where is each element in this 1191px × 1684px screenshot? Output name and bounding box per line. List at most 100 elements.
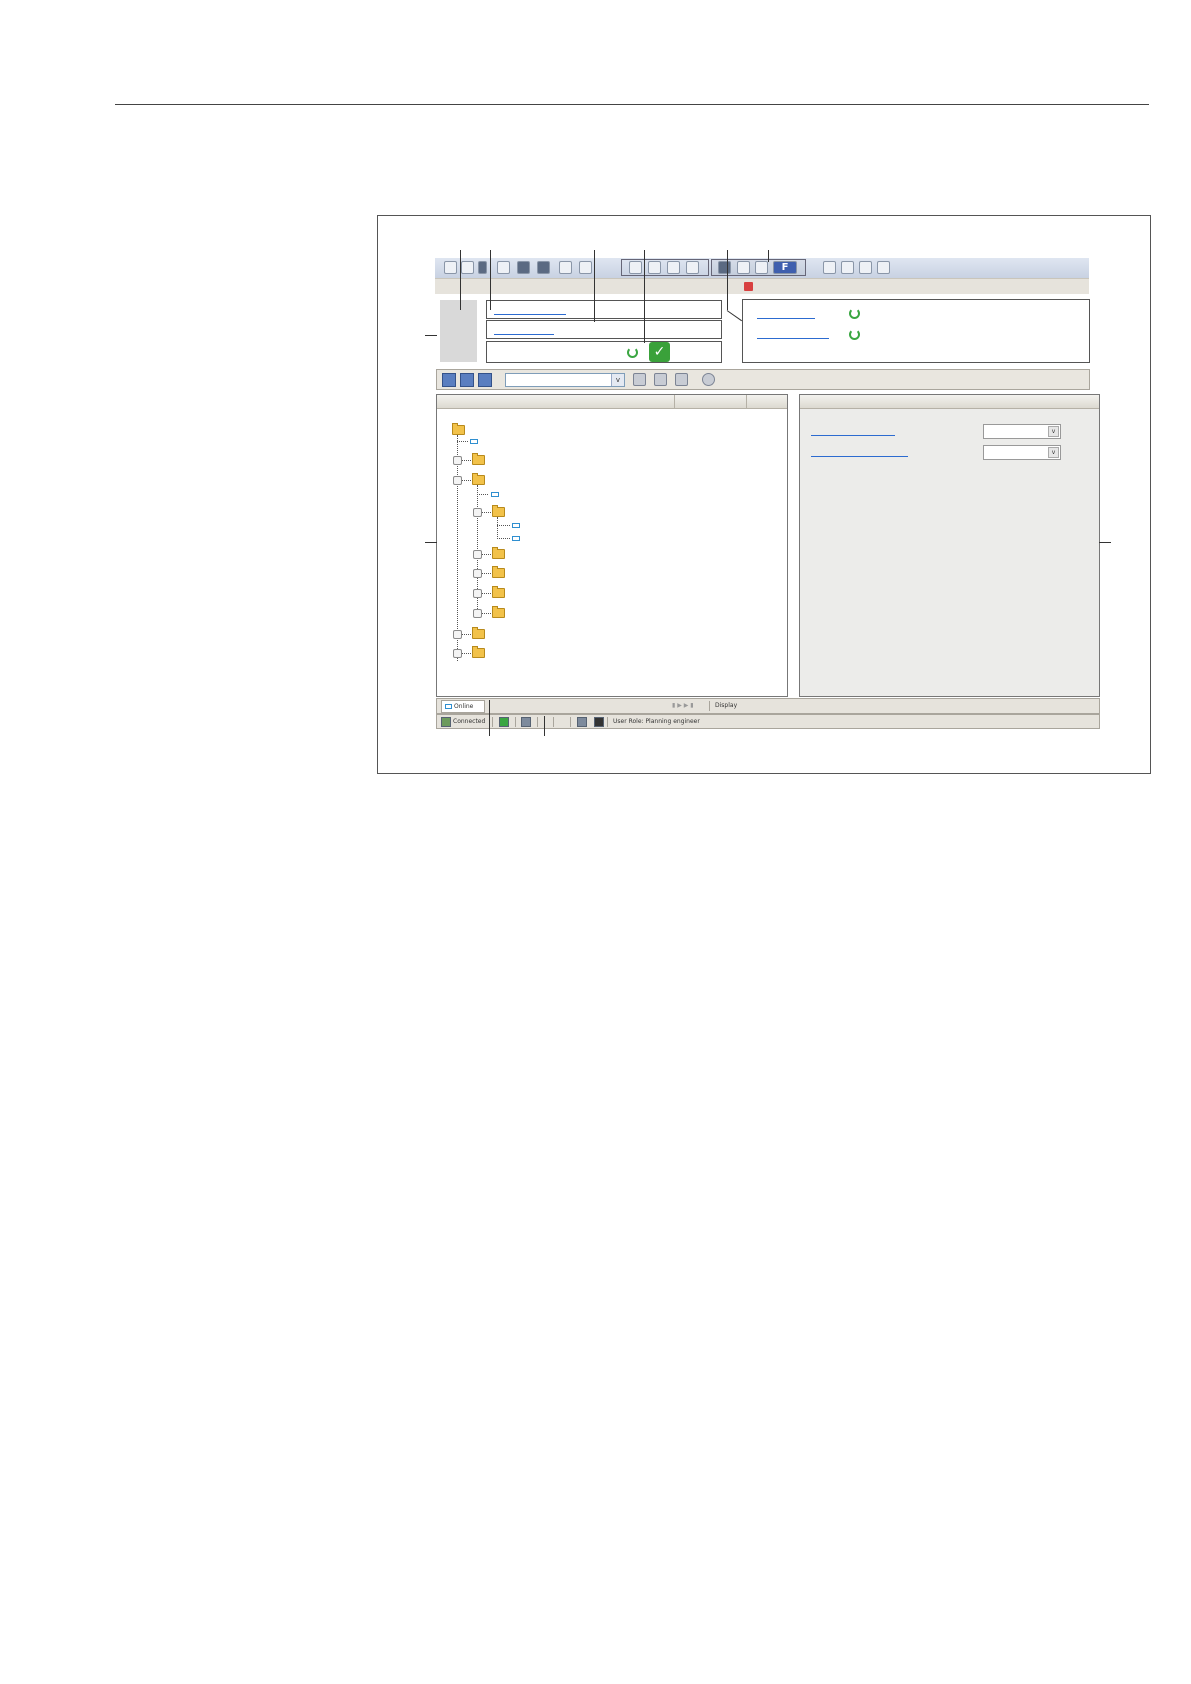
copy-icon[interactable] <box>667 261 680 274</box>
navigation-panel <box>436 394 788 697</box>
chevron-down-icon[interactable]: v <box>1048 426 1059 437</box>
tree-expander[interactable] <box>453 649 462 658</box>
chevron-down-icon[interactable]: v <box>611 374 624 386</box>
device-leaf-icon[interactable] <box>491 492 499 497</box>
view-toolbar: v <box>436 369 1090 390</box>
save-icon[interactable] <box>478 261 487 274</box>
print-icon[interactable] <box>497 261 510 274</box>
device-tag-link[interactable] <box>494 334 554 335</box>
workspace-tabbar: Online ▮ ▶ ▶ ▮ Display <box>436 698 1100 714</box>
layout-split-icon[interactable] <box>460 373 474 387</box>
info-link-2[interactable] <box>757 338 829 339</box>
refresh-icon[interactable] <box>849 308 860 319</box>
main-toolbar: F <box>435 258 1089 278</box>
upload-icon[interactable] <box>629 261 642 274</box>
collapse-icon[interactable] <box>755 261 768 274</box>
info-link-1[interactable] <box>757 318 815 319</box>
function-button[interactable]: F <box>773 261 797 274</box>
read-icon[interactable] <box>654 373 667 386</box>
align-left-icon[interactable] <box>823 261 836 274</box>
check-icon: ✓ <box>649 342 670 362</box>
tree-expander[interactable] <box>453 476 462 485</box>
folder-icon[interactable] <box>492 566 505 578</box>
print-icon[interactable] <box>675 373 688 386</box>
properties-icon[interactable] <box>559 261 572 274</box>
parameter-link-2[interactable] <box>811 456 908 457</box>
open-folder-icon[interactable] <box>461 261 474 274</box>
layout-right-icon[interactable] <box>478 373 492 387</box>
folder-icon[interactable] <box>472 627 485 639</box>
callout-line <box>594 250 595 322</box>
folder-icon[interactable] <box>492 505 505 517</box>
error-icon[interactable] <box>744 282 753 291</box>
connection-icon <box>441 717 451 727</box>
tree-expander[interactable] <box>473 609 482 618</box>
device-leaf-icon[interactable] <box>470 439 478 444</box>
tree-expander[interactable] <box>473 589 482 598</box>
callout-line <box>1099 542 1111 543</box>
align-right-icon[interactable] <box>859 261 872 274</box>
refresh-icon[interactable] <box>849 329 860 340</box>
device-leaf-icon[interactable] <box>512 523 520 528</box>
connect-device-icon[interactable] <box>633 373 646 386</box>
tab-display[interactable]: Display <box>715 702 737 709</box>
device-name-field[interactable] <box>486 300 722 319</box>
view-select[interactable]: v <box>505 373 625 387</box>
playback-controls: ▮ ▶ ▶ ▮ <box>672 702 694 709</box>
diagnosis-icon[interactable] <box>718 261 731 274</box>
align-justify-icon[interactable] <box>877 261 890 274</box>
callout-line <box>768 250 769 262</box>
refresh-icon[interactable] <box>627 347 638 358</box>
new-file-icon[interactable] <box>444 261 457 274</box>
folder-icon[interactable] <box>472 453 485 465</box>
user-icon <box>521 717 531 727</box>
device-info-panel <box>742 299 1090 363</box>
download-icon[interactable] <box>648 261 661 274</box>
parameter-select-2[interactable]: v <box>983 445 1061 460</box>
paste-icon[interactable] <box>686 261 699 274</box>
folder-icon[interactable] <box>492 547 505 559</box>
device-status-icon <box>594 717 604 727</box>
callout-line <box>644 250 645 343</box>
secondary-toolbar <box>435 278 1089 294</box>
status-user-role: User Role: Planning engineer <box>613 718 700 725</box>
callout-line <box>460 250 461 310</box>
folder-icon[interactable] <box>472 646 485 658</box>
tree-expander[interactable] <box>473 550 482 559</box>
network-icon <box>577 717 587 727</box>
refresh-icon[interactable] <box>499 717 509 727</box>
tab-online[interactable]: Online <box>441 700 485 713</box>
device-leaf-icon[interactable] <box>512 536 520 541</box>
device-tag-field[interactable] <box>486 320 722 339</box>
parameter-link-1[interactable] <box>811 435 895 436</box>
device-name-link[interactable] <box>494 314 566 315</box>
layout-left-icon[interactable] <box>442 373 456 387</box>
tree-expander[interactable] <box>473 508 482 517</box>
chevron-down-icon[interactable]: v <box>1048 447 1059 458</box>
callout-line <box>490 250 491 310</box>
parameter-panel-header <box>800 395 1099 409</box>
folder-icon[interactable] <box>492 586 505 598</box>
folder-icon[interactable] <box>472 473 485 485</box>
navigation-panel-header <box>437 395 787 409</box>
folder-icon[interactable] <box>452 423 465 435</box>
list-icon[interactable] <box>579 261 592 274</box>
status-connected: Connected <box>453 718 486 725</box>
parameter-panel: v v <box>799 394 1100 697</box>
tree-expander[interactable] <box>453 456 462 465</box>
callout-line <box>489 700 490 736</box>
align-center-icon[interactable] <box>841 261 854 274</box>
page-header-rule <box>115 104 1149 105</box>
callout-line <box>544 716 545 736</box>
expand-icon[interactable] <box>737 261 750 274</box>
parameter-select-1[interactable]: v <box>983 424 1061 439</box>
tree-expander[interactable] <box>473 569 482 578</box>
folder-icon[interactable] <box>492 606 505 618</box>
help-icon[interactable] <box>702 373 715 386</box>
callout-line <box>425 542 437 543</box>
status-bar: Connected User Role: Planning engineer <box>436 714 1100 729</box>
connect-icon[interactable] <box>537 261 550 274</box>
device-icon[interactable] <box>517 261 530 274</box>
tree-expander[interactable] <box>453 630 462 639</box>
callout-line <box>727 250 728 310</box>
